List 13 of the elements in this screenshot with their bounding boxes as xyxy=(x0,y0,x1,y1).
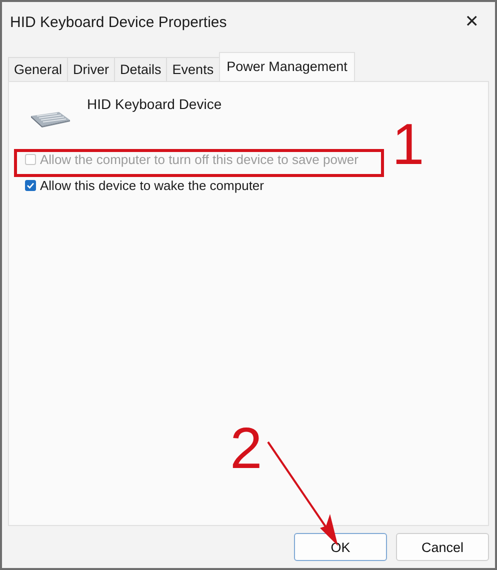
window-title: HID Keyboard Device Properties xyxy=(10,14,227,30)
checkbox-label: Allow this device to wake the computer xyxy=(40,178,264,193)
checkbox-label: Allow the computer to turn off this device to save power xyxy=(40,152,358,167)
checkbox[interactable] xyxy=(25,180,36,191)
close-button[interactable]: ✕ xyxy=(458,10,485,34)
device-name: HID Keyboard Device xyxy=(87,96,222,112)
tab[interactable]: Power Management xyxy=(218,52,356,81)
keyboard-icon xyxy=(29,110,71,128)
step-number: 2 xyxy=(230,420,262,478)
ok-button[interactable]: OK xyxy=(294,533,387,561)
step-number: 1 xyxy=(392,116,424,174)
cancel-button[interactable]: Cancel xyxy=(396,533,489,561)
tab[interactable]: General xyxy=(8,57,68,81)
